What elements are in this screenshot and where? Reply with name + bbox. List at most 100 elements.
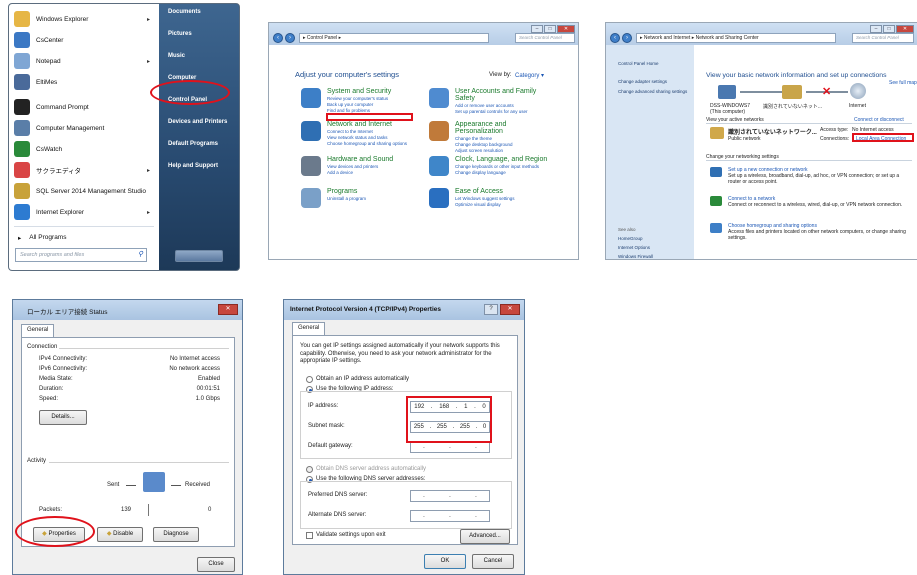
network-type-link[interactable]: Public network xyxy=(728,136,761,142)
category-sub-link[interactable]: Adjust screen resolution xyxy=(455,148,549,153)
forward-button[interactable]: › xyxy=(285,33,295,43)
category-text: System and Security Review your computer'… xyxy=(327,88,391,113)
start-program-item[interactable]: SQL Server 2014 Management Studio xyxy=(14,180,154,202)
start-program-item[interactable]: サクラエディタ ▸ xyxy=(14,159,154,181)
obtain-ip-auto-radio[interactable] xyxy=(306,376,313,383)
back-button[interactable]: ‹ xyxy=(273,33,283,43)
details-button[interactable]: Details... xyxy=(39,410,87,425)
start-program-item[interactable]: Computer Management xyxy=(14,117,154,139)
start-place-item[interactable]: Documents xyxy=(168,9,201,15)
category-sub-link[interactable]: Choose homegroup and sharing options xyxy=(327,141,407,146)
side-link-advanced[interactable]: Change advanced sharing settings xyxy=(618,89,688,94)
maximize-button[interactable]: □ xyxy=(544,25,556,33)
search-input[interactable]: Search Control Panel xyxy=(852,33,914,43)
category-sub-link[interactable]: Optimize visual display xyxy=(455,202,515,207)
search-icon: ⚲ xyxy=(137,251,143,258)
all-programs-arrow-icon: ▸ xyxy=(18,234,22,242)
see-also-homegroup[interactable]: HomeGroup xyxy=(618,236,643,241)
start-program-item[interactable]: Windows Explorer ▸ xyxy=(14,8,154,30)
minimize-button[interactable]: – xyxy=(531,25,543,33)
start-program-item[interactable]: Command Prompt xyxy=(14,96,154,118)
category-sub-link[interactable]: Change keyboards or other input methods xyxy=(455,164,547,169)
ip-address-label: IP address: xyxy=(308,403,339,409)
category-sub-link[interactable]: View network status and tasks xyxy=(327,135,407,140)
category-sub-link[interactable]: View devices and printers xyxy=(327,164,393,169)
start-search-input[interactable]: Search programs and files ⚲ xyxy=(15,248,147,262)
start-program-item[interactable]: CsWatch xyxy=(14,138,154,160)
category-title-link[interactable]: Programs xyxy=(327,188,366,195)
see-also-firewall[interactable]: Windows Firewall xyxy=(618,254,653,259)
category-title-link[interactable]: User Accounts and Family Safety xyxy=(455,88,549,102)
start-place-item[interactable]: Pictures xyxy=(168,31,192,37)
cancel-button[interactable]: Cancel xyxy=(472,554,514,569)
obtain-ip-auto-label: Obtain an IP address automatically xyxy=(316,376,409,382)
category-sub-link[interactable]: Change desktop background xyxy=(455,142,549,147)
category-sub-link[interactable]: Connect to the Internet xyxy=(327,129,407,134)
map-label-this-computer: (This computer) xyxy=(710,109,746,115)
category-sub-link[interactable]: Change display language xyxy=(455,170,547,175)
category-title-link[interactable]: Clock, Language, and Region xyxy=(455,156,547,163)
maximize-button[interactable]: □ xyxy=(883,25,895,33)
validate-checkbox[interactable] xyxy=(306,532,313,539)
help-icon[interactable]: ? xyxy=(484,304,498,315)
status-row-value: No network access xyxy=(169,366,220,372)
category-title-link[interactable]: System and Security xyxy=(327,88,391,95)
start-program-item[interactable]: Internet Explorer ▸ xyxy=(14,201,154,223)
start-place-item[interactable]: Devices and Printers xyxy=(168,119,227,125)
category-sub-link[interactable]: Let Windows suggest settings xyxy=(455,196,515,201)
address-bar[interactable]: ▸ Control Panel ▸ xyxy=(299,33,489,43)
category-title-link[interactable]: Hardware and Sound xyxy=(327,156,393,163)
start-place-item[interactable]: Help and Support xyxy=(168,163,218,169)
see-also-internet-options[interactable]: Internet Options xyxy=(618,245,650,250)
category-sub-link[interactable]: Add a device xyxy=(327,170,393,175)
close-icon[interactable]: ✕ xyxy=(500,304,520,315)
start-program-item[interactable]: EltiMes xyxy=(14,71,154,93)
start-place-item[interactable]: Default Programs xyxy=(168,141,218,147)
close-button[interactable]: Close xyxy=(197,557,235,572)
obtain-dns-auto-radio[interactable] xyxy=(306,466,313,473)
back-button[interactable]: ‹ xyxy=(610,33,620,43)
forward-button[interactable]: › xyxy=(622,33,632,43)
shutdown-button[interactable] xyxy=(175,250,223,262)
category-sub-link[interactable]: Change the theme xyxy=(455,136,549,141)
close-icon[interactable]: ✕ xyxy=(218,304,238,315)
diagnose-button[interactable]: Diagnose xyxy=(153,527,199,542)
side-link-adapter[interactable]: Change adapter settings xyxy=(618,79,667,84)
all-programs-item[interactable]: ▸ All Programs xyxy=(14,226,154,248)
start-program-item[interactable]: CsCenter xyxy=(14,29,154,51)
packets-label: Packets: xyxy=(39,507,63,513)
start-place-item[interactable]: Music xyxy=(168,53,185,59)
category-text: Appearance and Personalization Change the… xyxy=(455,121,549,153)
category-sub-link[interactable]: Set up parental controls for any user xyxy=(455,109,549,114)
preferred-dns-input[interactable]: ... xyxy=(410,490,490,502)
close-button[interactable]: ✕ xyxy=(896,25,914,33)
category-sub-link[interactable]: Add or remove user accounts xyxy=(455,103,549,108)
start-program-item[interactable]: Notepad ▸ xyxy=(14,50,154,72)
view-by-dropdown[interactable]: Category ▾ xyxy=(515,72,544,79)
program-icon xyxy=(14,53,30,69)
disable-button[interactable]: ◆ Disable xyxy=(97,527,143,542)
program-icon xyxy=(14,120,30,136)
search-input[interactable]: Search Control Panel xyxy=(515,33,575,43)
side-link-home[interactable]: Control Panel Home xyxy=(618,61,659,66)
address-bar[interactable]: ▸ Network and Internet ▸ Network and Sha… xyxy=(636,33,836,43)
category-sub-link[interactable]: Back up your computer xyxy=(327,102,391,107)
category-title-link[interactable]: Appearance and Personalization xyxy=(455,121,549,135)
category-title-link[interactable]: Ease of Access xyxy=(455,188,515,195)
category-sub-link[interactable]: Review your computer's status xyxy=(327,96,391,101)
category-sub-link[interactable]: Uninstall a program xyxy=(327,196,366,201)
ok-button[interactable]: OK xyxy=(424,554,466,569)
see-full-map-link[interactable]: See full map xyxy=(889,80,917,86)
divider xyxy=(49,462,229,463)
category-title-link[interactable]: Network and Internet xyxy=(327,121,407,128)
tab-general[interactable]: General xyxy=(21,324,55,337)
cp-category: Programs Uninstall a program xyxy=(301,188,421,208)
tab-general[interactable]: General xyxy=(292,322,326,335)
category-icon xyxy=(429,156,449,176)
advanced-button[interactable]: Advanced... xyxy=(460,529,510,544)
start-program-label: EltiMes xyxy=(36,78,58,86)
alternate-dns-input[interactable]: ... xyxy=(410,510,490,522)
minimize-button[interactable]: – xyxy=(870,25,882,33)
network-icon xyxy=(782,85,802,99)
close-button[interactable]: ✕ xyxy=(557,25,575,33)
